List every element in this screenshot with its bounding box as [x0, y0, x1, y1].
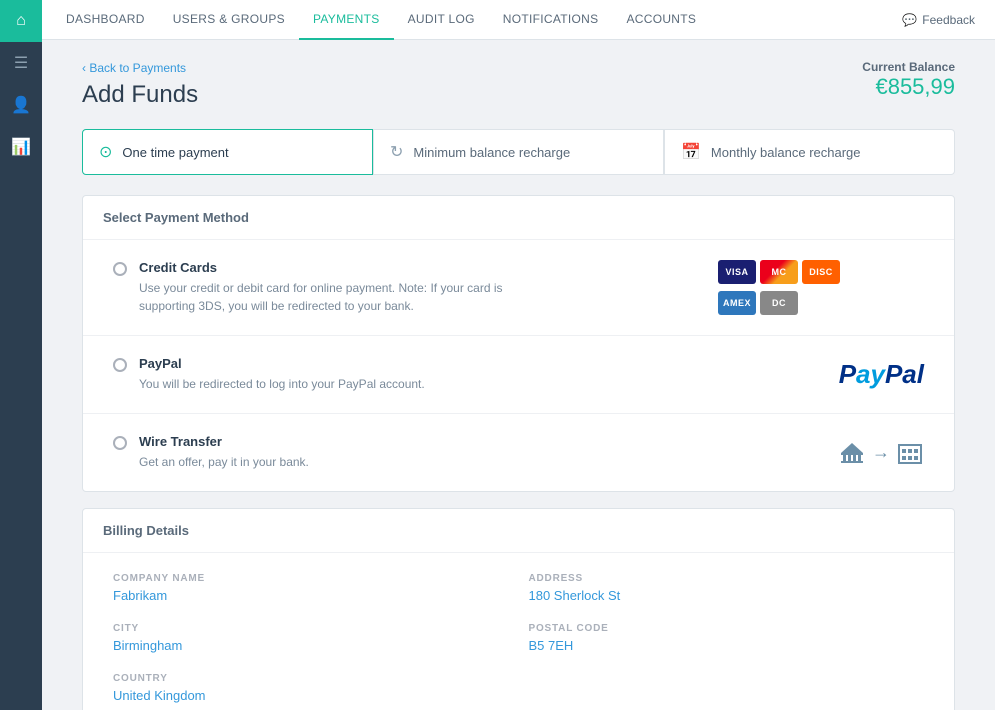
building-icon [896, 439, 924, 467]
balance-section: Current Balance €855,99 [862, 60, 955, 100]
top-nav: DASHBOARD USERS & GROUPS PAYMENTS AUDIT … [42, 0, 995, 40]
mastercard-icon: MC [760, 260, 798, 284]
billing-grid: COMPANY NAME Fabrikam ADDRESS 180 Sherlo… [83, 553, 954, 710]
page-title: Add Funds [82, 81, 198, 109]
sidebar: ⌂ ☰ 👤 📊 [0, 0, 42, 710]
discover-icon: DISC [802, 260, 840, 284]
billing-postal-value: B5 7EH [529, 638, 925, 653]
page-header: ‹ Back to Payments Add Funds Current Bal… [82, 60, 955, 109]
feedback-button[interactable]: 💬 Feedback [892, 13, 985, 27]
nav-payments[interactable]: PAYMENTS [299, 0, 394, 40]
billing-header: Billing Details [83, 509, 954, 553]
payment-method-credit-cards[interactable]: Credit Cards Use your credit or debit ca… [83, 240, 954, 336]
bank-icon [838, 439, 866, 467]
one-time-icon: ⊙ [99, 142, 112, 162]
billing-address-label: ADDRESS [529, 573, 925, 584]
tab-minimum-label: Minimum balance recharge [413, 145, 570, 160]
billing-postal: POSTAL CODE B5 7EH [529, 623, 925, 653]
credit-cards-title: Credit Cards [139, 260, 539, 275]
paypal-desc: You will be redirected to log into your … [139, 375, 425, 393]
sidebar-item-chart[interactable]: 📊 [0, 126, 42, 168]
billing-city: CITY Birmingham [113, 623, 509, 653]
tab-minimum-recharge[interactable]: ↻ Minimum balance recharge [373, 129, 664, 175]
payment-method-card: Select Payment Method Credit Cards Use y… [82, 195, 955, 492]
content: ‹ Back to Payments Add Funds Current Bal… [42, 40, 995, 710]
paypal-left: PayPal You will be redirected to log int… [113, 356, 425, 393]
visa-icon: VISA [718, 260, 756, 284]
billing-company: COMPANY NAME Fabrikam [113, 573, 509, 603]
tab-one-time-label: One time payment [122, 145, 228, 160]
billing-postal-label: POSTAL CODE [529, 623, 925, 634]
credit-cards-radio[interactable] [113, 262, 127, 276]
nav-dashboard[interactable]: DASHBOARD [52, 0, 159, 40]
billing-address: ADDRESS 180 Sherlock St [529, 573, 925, 603]
paypal-p-icon: P [839, 359, 856, 389]
billing-city-label: CITY [113, 623, 509, 634]
credit-cards-desc: Use your credit or debit card for online… [139, 279, 539, 315]
sidebar-item-home[interactable]: ⌂ [0, 0, 42, 42]
payment-tabs: ⊙ One time payment ↻ Minimum balance rec… [82, 129, 955, 175]
credit-cards-left: Credit Cards Use your credit or debit ca… [113, 260, 539, 315]
feedback-icon: 💬 [902, 13, 917, 27]
wire-title: Wire Transfer [139, 434, 309, 449]
paypal-radio[interactable] [113, 358, 127, 372]
tab-monthly-recharge[interactable]: 📅 Monthly balance recharge [664, 129, 955, 175]
credit-card-icons: VISA MC DISC AMEX DC [718, 260, 924, 315]
wire-left: Wire Transfer Get an offer, pay it in yo… [113, 434, 309, 471]
nav-notifications[interactable]: NOTIFICATIONS [489, 0, 613, 40]
back-link[interactable]: ‹ Back to Payments [82, 61, 186, 75]
sidebar-item-users[interactable]: 👤 [0, 84, 42, 126]
paypal-info: PayPal You will be redirected to log int… [139, 356, 425, 393]
nav-accounts[interactable]: ACCOUNTS [612, 0, 710, 40]
amex-icon: AMEX [718, 291, 756, 315]
billing-company-label: COMPANY NAME [113, 573, 509, 584]
tab-one-time[interactable]: ⊙ One time payment [82, 129, 373, 175]
billing-country-label: COUNTRY [113, 673, 509, 684]
paypal-pal-icon: Pal [885, 359, 924, 389]
billing-country: COUNTRY United Kingdom [113, 673, 509, 703]
billing-details-card: Billing Details COMPANY NAME Fabrikam AD… [82, 508, 955, 710]
billing-company-value: Fabrikam [113, 588, 509, 603]
nav-users-groups[interactable]: USERS & GROUPS [159, 0, 299, 40]
minimum-icon: ↻ [390, 142, 403, 162]
paypal-text-icon: ay [856, 359, 885, 389]
paypal-title: PayPal [139, 356, 425, 371]
paypal-logo: PayPal [839, 359, 924, 390]
list-icon: ☰ [14, 53, 28, 73]
payment-method-wire[interactable]: Wire Transfer Get an offer, pay it in yo… [83, 414, 954, 491]
balance-amount: €855,99 [862, 74, 955, 100]
chart-icon: 📊 [11, 137, 31, 157]
home-icon: ⌂ [16, 12, 26, 30]
payment-method-paypal[interactable]: PayPal You will be redirected to log int… [83, 336, 954, 414]
feedback-label: Feedback [922, 13, 975, 27]
credit-cards-info: Credit Cards Use your credit or debit ca… [139, 260, 539, 315]
billing-address-value: 180 Sherlock St [529, 588, 925, 603]
payment-method-header: Select Payment Method [83, 196, 954, 240]
nav-audit-log[interactable]: AUDIT LOG [394, 0, 489, 40]
billing-country-value: United Kingdom [113, 688, 509, 703]
tab-monthly-label: Monthly balance recharge [711, 145, 861, 160]
arrow-icon: → [872, 442, 890, 463]
users-icon: 👤 [11, 95, 31, 115]
diners-icon: DC [760, 291, 798, 315]
sidebar-item-list[interactable]: ☰ [0, 42, 42, 84]
billing-city-value: Birmingham [113, 638, 509, 653]
wire-info: Wire Transfer Get an offer, pay it in yo… [139, 434, 309, 471]
balance-label: Current Balance [862, 60, 955, 74]
monthly-icon: 📅 [681, 142, 701, 162]
wire-radio[interactable] [113, 436, 127, 450]
wire-desc: Get an offer, pay it in your bank. [139, 453, 309, 471]
main-area: DASHBOARD USERS & GROUPS PAYMENTS AUDIT … [42, 0, 995, 710]
wire-transfer-icon: → [838, 439, 924, 467]
